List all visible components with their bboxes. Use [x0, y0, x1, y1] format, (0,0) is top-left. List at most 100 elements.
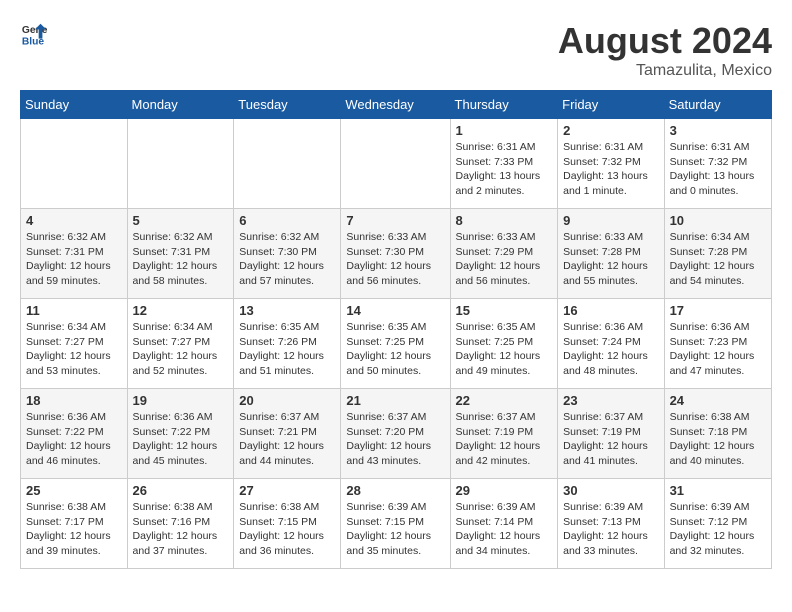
- day-detail: Sunrise: 6:36 AM Sunset: 7:23 PM Dayligh…: [670, 320, 766, 379]
- calendar-day-cell: 21 Sunrise: 6:37 AM Sunset: 7:20 PM Dayli…: [341, 389, 450, 479]
- day-number: 20: [239, 393, 335, 408]
- day-number: 30: [563, 483, 658, 498]
- day-detail: Sunrise: 6:37 AM Sunset: 7:19 PM Dayligh…: [456, 410, 553, 469]
- calendar-day-cell: 31 Sunrise: 6:39 AM Sunset: 7:12 PM Dayli…: [664, 479, 771, 569]
- calendar-table: SundayMondayTuesdayWednesdayThursdayFrid…: [20, 90, 772, 569]
- calendar-day-cell: 4Sunrise: 6:32 AM Sunset: 7:31 PM Daylig…: [21, 209, 128, 299]
- day-number: 5: [133, 213, 229, 228]
- calendar-day-cell: 1 Sunrise: 6:31 AM Sunset: 7:33 PM Daylig…: [450, 119, 558, 209]
- calendar-day-cell: 22 Sunrise: 6:37 AM Sunset: 7:19 PM Dayli…: [450, 389, 558, 479]
- calendar-week-row: 25Sunrise: 6:38 AM Sunset: 7:17 PM Dayli…: [21, 479, 772, 569]
- calendar-day-cell: 26 Sunrise: 6:38 AM Sunset: 7:16 PM Dayli…: [127, 479, 234, 569]
- day-detail: Sunrise: 6:34 AM Sunset: 7:27 PM Dayligh…: [133, 320, 229, 379]
- day-detail: Sunrise: 6:33 AM Sunset: 7:30 PM Dayligh…: [346, 230, 444, 289]
- calendar-day-cell: 12 Sunrise: 6:34 AM Sunset: 7:27 PM Dayli…: [127, 299, 234, 389]
- day-number: 25: [26, 483, 122, 498]
- calendar-day-cell: 13 Sunrise: 6:35 AM Sunset: 7:26 PM Dayli…: [234, 299, 341, 389]
- calendar-day-cell: 5Sunrise: 6:32 AM Sunset: 7:31 PM Daylig…: [127, 209, 234, 299]
- day-number: 17: [670, 303, 766, 318]
- day-detail: Sunrise: 6:39 AM Sunset: 7:12 PM Dayligh…: [670, 500, 766, 559]
- day-number: 13: [239, 303, 335, 318]
- day-number: 15: [456, 303, 553, 318]
- day-detail: Sunrise: 6:32 AM Sunset: 7:30 PM Dayligh…: [239, 230, 335, 289]
- calendar-day-cell: 23Sunrise: 6:37 AM Sunset: 7:19 PM Dayli…: [558, 389, 664, 479]
- calendar-day-cell: 8 Sunrise: 6:33 AM Sunset: 7:29 PM Daylig…: [450, 209, 558, 299]
- day-of-week-header: Saturday: [664, 91, 771, 119]
- day-number: 31: [670, 483, 766, 498]
- logo: General Blue: [20, 20, 48, 48]
- day-number: 8: [456, 213, 553, 228]
- day-number: 3: [670, 123, 766, 138]
- day-detail: Sunrise: 6:39 AM Sunset: 7:15 PM Dayligh…: [346, 500, 444, 559]
- calendar-day-cell: 30 Sunrise: 6:39 AM Sunset: 7:13 PM Dayli…: [558, 479, 664, 569]
- day-detail: Sunrise: 6:39 AM Sunset: 7:13 PM Dayligh…: [563, 500, 658, 559]
- day-detail: Sunrise: 6:33 AM Sunset: 7:29 PM Dayligh…: [456, 230, 553, 289]
- day-detail: Sunrise: 6:35 AM Sunset: 7:25 PM Dayligh…: [346, 320, 444, 379]
- day-number: 21: [346, 393, 444, 408]
- calendar-day-cell: 14 Sunrise: 6:35 AM Sunset: 7:25 PM Dayli…: [341, 299, 450, 389]
- day-number: 2: [563, 123, 658, 138]
- day-of-week-header: Monday: [127, 91, 234, 119]
- day-detail: Sunrise: 6:38 AM Sunset: 7:15 PM Dayligh…: [239, 500, 335, 559]
- calendar-day-cell: 18Sunrise: 6:36 AM Sunset: 7:22 PM Dayli…: [21, 389, 128, 479]
- day-detail: Sunrise: 6:37 AM Sunset: 7:21 PM Dayligh…: [239, 410, 335, 469]
- calendar-day-cell: 3 Sunrise: 6:31 AM Sunset: 7:32 PM Daylig…: [664, 119, 771, 209]
- calendar-day-cell: 10 Sunrise: 6:34 AM Sunset: 7:28 PM Dayli…: [664, 209, 771, 299]
- calendar-day-cell: 20 Sunrise: 6:37 AM Sunset: 7:21 PM Dayli…: [234, 389, 341, 479]
- day-number: 12: [133, 303, 229, 318]
- calendar-day-cell: 29Sunrise: 6:39 AM Sunset: 7:14 PM Dayli…: [450, 479, 558, 569]
- day-detail: Sunrise: 6:38 AM Sunset: 7:16 PM Dayligh…: [133, 500, 229, 559]
- day-detail: Sunrise: 6:32 AM Sunset: 7:31 PM Dayligh…: [26, 230, 122, 289]
- page-header: General Blue August 2024 Tamazulita, Mex…: [20, 20, 772, 80]
- day-detail: Sunrise: 6:31 AM Sunset: 7:32 PM Dayligh…: [563, 140, 658, 199]
- month-year: August 2024: [558, 20, 772, 62]
- day-number: 10: [670, 213, 766, 228]
- calendar-day-cell: [341, 119, 450, 209]
- day-detail: Sunrise: 6:36 AM Sunset: 7:22 PM Dayligh…: [133, 410, 229, 469]
- day-detail: Sunrise: 6:31 AM Sunset: 7:32 PM Dayligh…: [670, 140, 766, 199]
- day-detail: Sunrise: 6:37 AM Sunset: 7:19 PM Dayligh…: [563, 410, 658, 469]
- calendar-day-cell: 2 Sunrise: 6:31 AM Sunset: 7:32 PM Daylig…: [558, 119, 664, 209]
- calendar-week-row: 11Sunrise: 6:34 AM Sunset: 7:27 PM Dayli…: [21, 299, 772, 389]
- day-of-week-header: Sunday: [21, 91, 128, 119]
- calendar-day-cell: 17 Sunrise: 6:36 AM Sunset: 7:23 PM Dayli…: [664, 299, 771, 389]
- calendar-day-cell: 19Sunrise: 6:36 AM Sunset: 7:22 PM Dayli…: [127, 389, 234, 479]
- calendar-day-cell: 28 Sunrise: 6:39 AM Sunset: 7:15 PM Dayli…: [341, 479, 450, 569]
- calendar-day-cell: [234, 119, 341, 209]
- day-detail: Sunrise: 6:39 AM Sunset: 7:14 PM Dayligh…: [456, 500, 553, 559]
- day-number: 26: [133, 483, 229, 498]
- day-detail: Sunrise: 6:36 AM Sunset: 7:22 PM Dayligh…: [26, 410, 122, 469]
- day-number: 27: [239, 483, 335, 498]
- day-detail: Sunrise: 6:35 AM Sunset: 7:26 PM Dayligh…: [239, 320, 335, 379]
- day-detail: Sunrise: 6:37 AM Sunset: 7:20 PM Dayligh…: [346, 410, 444, 469]
- day-detail: Sunrise: 6:38 AM Sunset: 7:18 PM Dayligh…: [670, 410, 766, 469]
- calendar-day-cell: [21, 119, 128, 209]
- calendar-day-cell: 9 Sunrise: 6:33 AM Sunset: 7:28 PM Daylig…: [558, 209, 664, 299]
- day-detail: Sunrise: 6:31 AM Sunset: 7:33 PM Dayligh…: [456, 140, 553, 199]
- day-number: 14: [346, 303, 444, 318]
- day-number: 1: [456, 123, 553, 138]
- calendar-day-cell: 25Sunrise: 6:38 AM Sunset: 7:17 PM Dayli…: [21, 479, 128, 569]
- day-of-week-header: Thursday: [450, 91, 558, 119]
- calendar-day-cell: 15Sunrise: 6:35 AM Sunset: 7:25 PM Dayli…: [450, 299, 558, 389]
- day-detail: Sunrise: 6:33 AM Sunset: 7:28 PM Dayligh…: [563, 230, 658, 289]
- calendar-week-row: 1 Sunrise: 6:31 AM Sunset: 7:33 PM Daylig…: [21, 119, 772, 209]
- day-detail: Sunrise: 6:36 AM Sunset: 7:24 PM Dayligh…: [563, 320, 658, 379]
- logo-icon: General Blue: [20, 20, 48, 48]
- day-number: 6: [239, 213, 335, 228]
- day-number: 24: [670, 393, 766, 408]
- day-number: 28: [346, 483, 444, 498]
- day-detail: Sunrise: 6:34 AM Sunset: 7:28 PM Dayligh…: [670, 230, 766, 289]
- title-block: August 2024 Tamazulita, Mexico: [558, 20, 772, 80]
- svg-text:General: General: [22, 25, 48, 36]
- day-number: 7: [346, 213, 444, 228]
- calendar-day-cell: 6 Sunrise: 6:32 AM Sunset: 7:30 PM Daylig…: [234, 209, 341, 299]
- day-of-week-header: Wednesday: [341, 91, 450, 119]
- calendar-day-cell: 16Sunrise: 6:36 AM Sunset: 7:24 PM Dayli…: [558, 299, 664, 389]
- day-number: 22: [456, 393, 553, 408]
- day-number: 9: [563, 213, 658, 228]
- day-detail: Sunrise: 6:34 AM Sunset: 7:27 PM Dayligh…: [26, 320, 122, 379]
- calendar-week-row: 4Sunrise: 6:32 AM Sunset: 7:31 PM Daylig…: [21, 209, 772, 299]
- location: Tamazulita, Mexico: [558, 62, 772, 80]
- calendar-day-cell: [127, 119, 234, 209]
